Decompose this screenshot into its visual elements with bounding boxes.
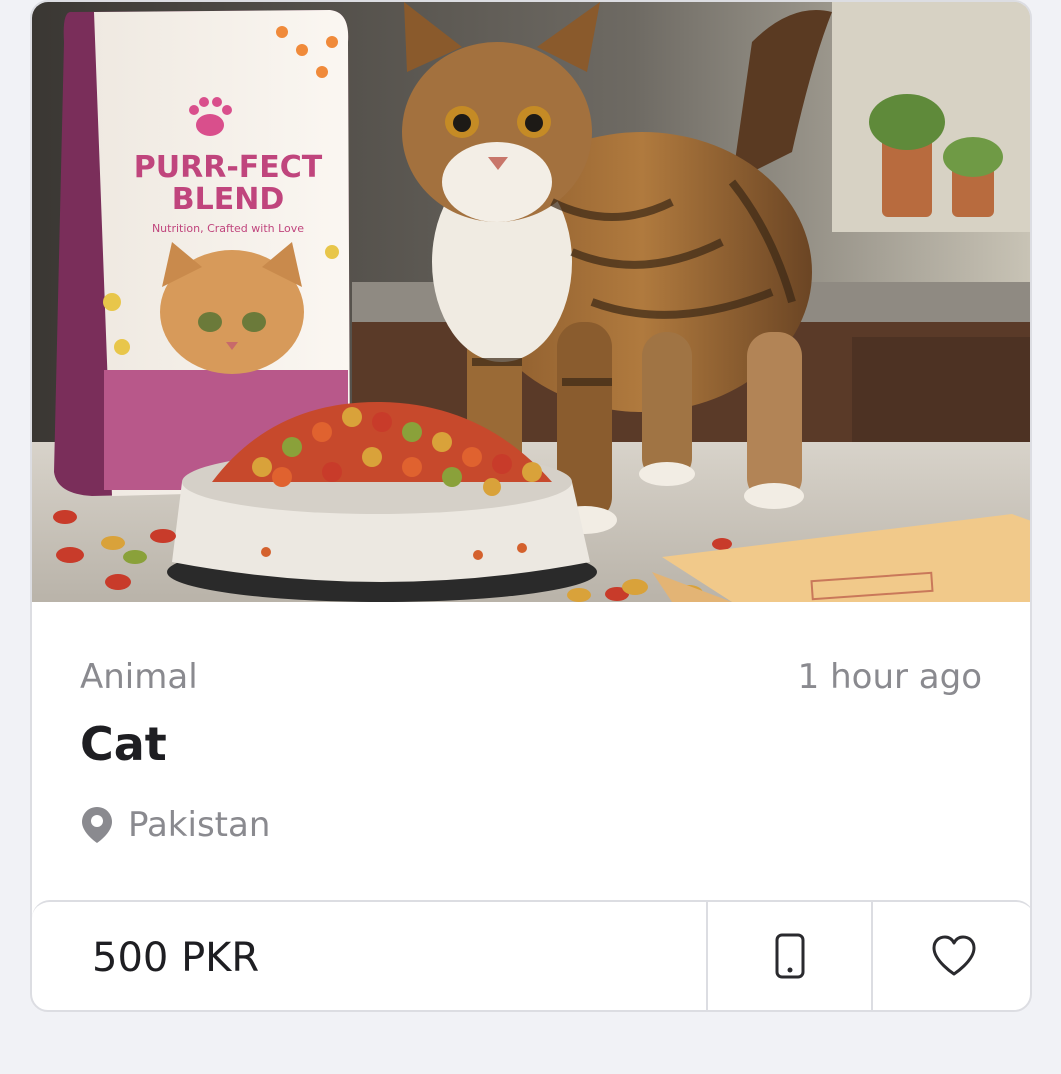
mobile-phone-icon: [775, 933, 805, 983]
listing-action-bar: 500 PKR: [32, 900, 1030, 1010]
cat-with-food-bowl-photo: PURR-FECT BLEND Nutrition, Crafted with …: [32, 2, 1030, 602]
listing-location: Pakistan: [80, 802, 270, 848]
favorite-button[interactable]: [873, 902, 1030, 1010]
listing-photo[interactable]: PURR-FECT BLEND Nutrition, Crafted with …: [32, 2, 1030, 602]
package-title-line2: BLEND: [172, 182, 285, 217]
posted-time: 1 hour ago: [797, 657, 982, 697]
listing-title[interactable]: Cat: [80, 717, 167, 771]
call-button[interactable]: [708, 902, 873, 1010]
price-label: 500 PKR: [32, 902, 708, 1010]
listing-card[interactable]: PURR-FECT BLEND Nutrition, Crafted with …: [30, 0, 1032, 1012]
category-label: Animal: [80, 657, 198, 697]
package-title-line1: PURR-FECT: [134, 150, 323, 185]
package-tagline: Nutrition, Crafted with Love: [152, 222, 304, 235]
location-text: Pakistan: [128, 805, 271, 845]
heart-icon: [931, 935, 977, 981]
listing-meta-row: Animal 1 hour ago: [80, 657, 982, 697]
map-pin-icon: [80, 805, 114, 845]
